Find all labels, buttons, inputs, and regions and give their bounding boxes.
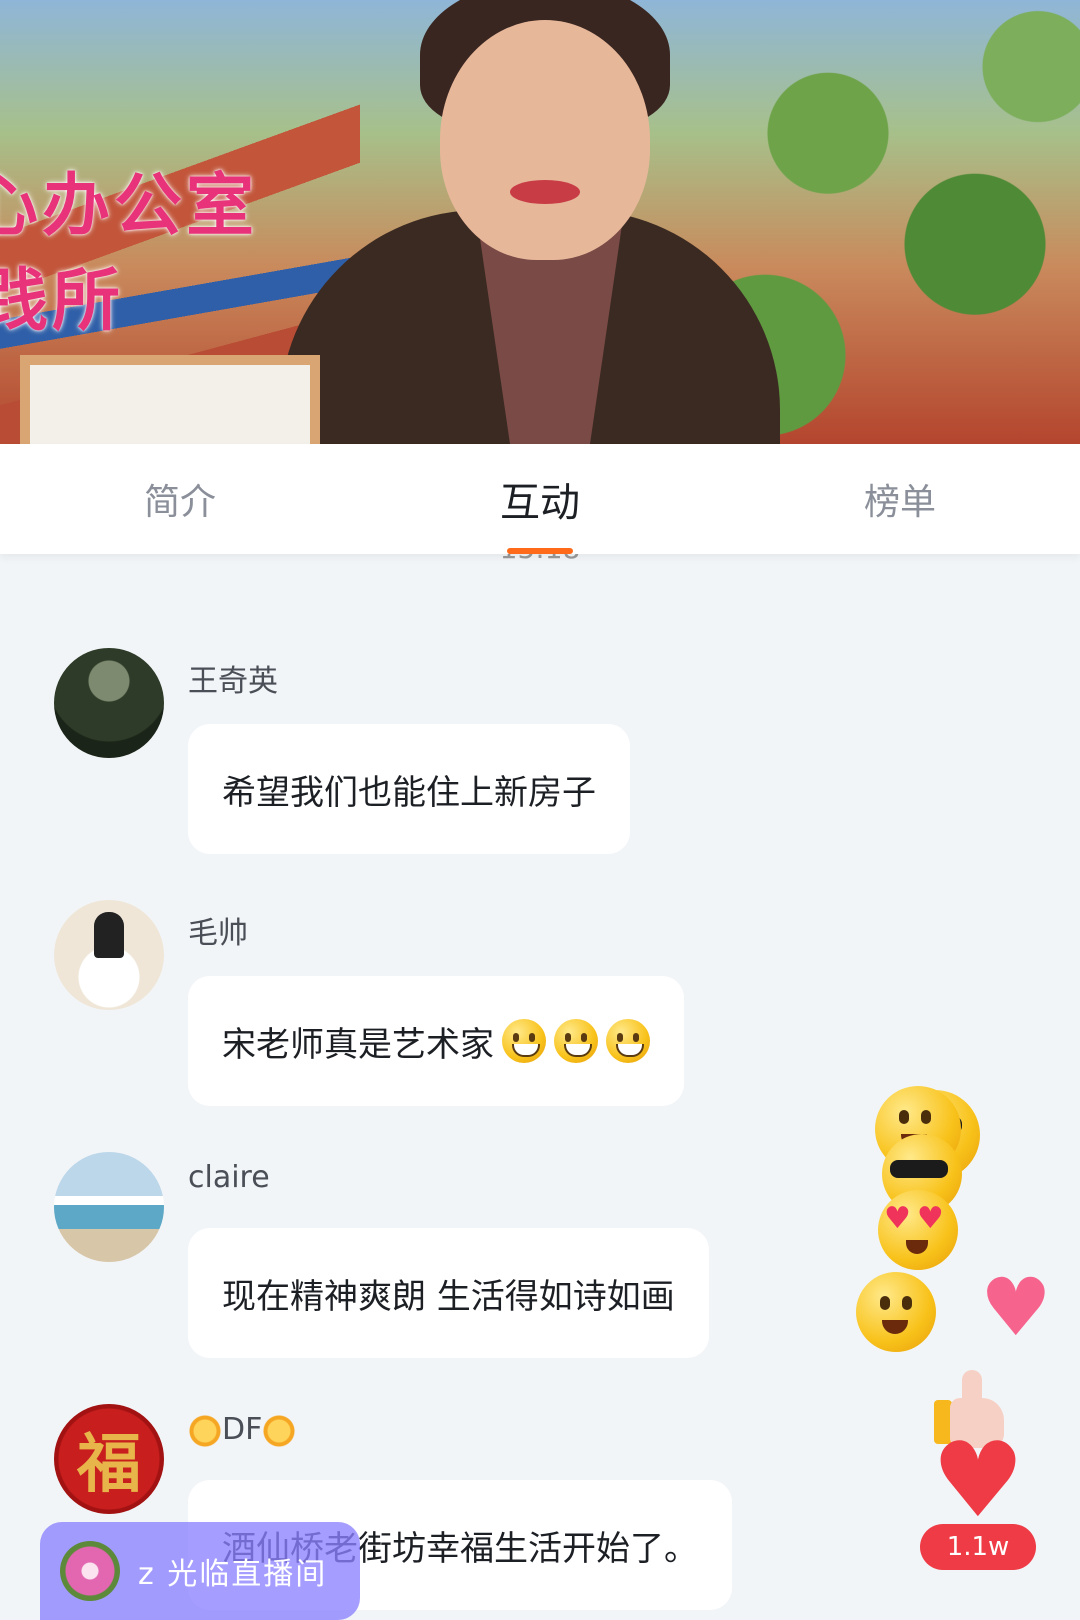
avatar[interactable] xyxy=(54,648,164,758)
tab-ranking-label: 榜单 xyxy=(863,482,936,523)
message-text: 希望我们也能住上新房子 xyxy=(222,772,596,813)
username: 王奇英 xyxy=(188,664,278,699)
heart-eyes-emoji: ♥♥ xyxy=(878,1190,958,1270)
fu-character: 福 xyxy=(77,1428,141,1502)
tab-intro-label: 简介 xyxy=(143,482,216,523)
banner-text-line-1: 心办公室 xyxy=(0,167,259,246)
avatar[interactable]: 福 xyxy=(54,1404,164,1514)
username: DF xyxy=(188,1412,297,1448)
live-video[interactable]: 心办公室 践所 xyxy=(0,0,1080,444)
like-heart-icon[interactable]: ♥ xyxy=(930,1428,1026,1532)
sun-emoji xyxy=(262,1413,297,1448)
tab-interaction-label: 互动 xyxy=(500,480,580,526)
message-bubble[interactable]: 希望我们也能住上新房子 xyxy=(188,724,630,854)
message-text: 现在精神爽朗 生活得如诗如画 xyxy=(222,1276,675,1317)
avatar[interactable] xyxy=(54,1152,164,1262)
grinning-face-emoji xyxy=(502,1019,546,1063)
username: 毛帅 xyxy=(188,916,248,951)
tab-intro[interactable]: 简介 xyxy=(0,444,360,554)
username-text: DF xyxy=(222,1412,263,1447)
username: claire xyxy=(188,1160,270,1195)
sun-emoji xyxy=(188,1413,222,1448)
pink-heart-icon: ♥ xyxy=(980,1261,1052,1354)
grinning-face-emoji xyxy=(606,1019,650,1063)
banner-text-line-2: 践所 xyxy=(0,262,125,341)
happy-face-emoji xyxy=(856,1272,936,1352)
picture-frame xyxy=(20,355,320,444)
presenter xyxy=(280,0,780,444)
like-count-badge: 1.1w xyxy=(920,1524,1036,1570)
room-entry-notice[interactable]: z 光临直播间 xyxy=(40,1522,360,1620)
avatar[interactable] xyxy=(54,900,164,1010)
room-entry-text: z 光临直播间 xyxy=(138,1557,328,1592)
tab-interaction[interactable]: 互动 xyxy=(360,444,720,554)
user-avatar xyxy=(60,1541,120,1601)
message-bubble[interactable]: 现在精神爽朗 生活得如诗如画 xyxy=(188,1228,709,1358)
message-bubble[interactable]: 宋老师真是艺术家 xyxy=(188,976,684,1106)
message-text: 宋老师真是艺术家 xyxy=(222,1024,494,1065)
grinning-face-emoji xyxy=(554,1019,598,1063)
active-tab-indicator xyxy=(507,548,573,554)
tab-bar: 简介 互动 榜单 xyxy=(0,444,1080,554)
tab-ranking[interactable]: 榜单 xyxy=(720,444,1080,554)
